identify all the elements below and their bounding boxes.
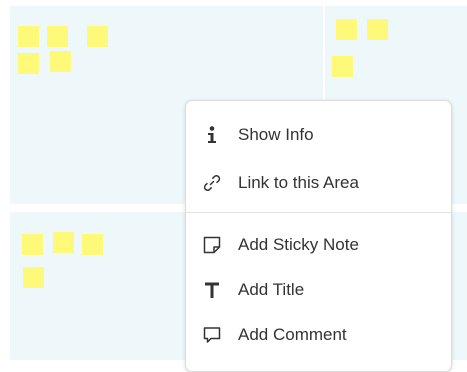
add-sticky-note-label: Add Sticky Note — [238, 235, 359, 254]
add-title-label: Add Title — [238, 280, 305, 299]
sticky-note[interactable] — [367, 19, 388, 40]
link-icon — [186, 173, 238, 193]
sticky-note[interactable] — [18, 53, 39, 74]
show-info-label: Show Info — [238, 125, 314, 144]
sticky-note[interactable] — [82, 234, 103, 255]
sticky-note-icon — [186, 235, 238, 255]
add-title-menu-item[interactable]: Add Title — [186, 270, 451, 310]
title-text-icon — [186, 280, 238, 300]
sticky-note[interactable] — [53, 232, 74, 253]
sticky-note[interactable] — [87, 26, 108, 47]
sticky-note[interactable] — [47, 26, 68, 47]
sticky-note[interactable] — [336, 19, 357, 40]
sticky-note[interactable] — [332, 56, 353, 77]
add-comment-label: Add Comment — [238, 325, 347, 344]
sticky-note[interactable] — [22, 234, 43, 255]
comment-icon — [186, 325, 238, 345]
add-sticky-note-menu-item[interactable]: Add Sticky Note — [186, 225, 451, 265]
link-to-area-label: Link to this Area — [238, 173, 359, 192]
context-menu: Show Info Link to this Area Add Sticky N… — [185, 100, 452, 372]
menu-divider — [186, 212, 451, 213]
sticky-note[interactable] — [18, 26, 39, 47]
link-to-area-menu-item[interactable]: Link to this Area — [186, 163, 451, 203]
sticky-note[interactable] — [50, 51, 71, 72]
sticky-note[interactable] — [23, 267, 44, 288]
info-icon — [186, 125, 238, 145]
show-info-menu-item[interactable]: Show Info — [186, 115, 451, 155]
add-comment-menu-item[interactable]: Add Comment — [186, 315, 451, 355]
